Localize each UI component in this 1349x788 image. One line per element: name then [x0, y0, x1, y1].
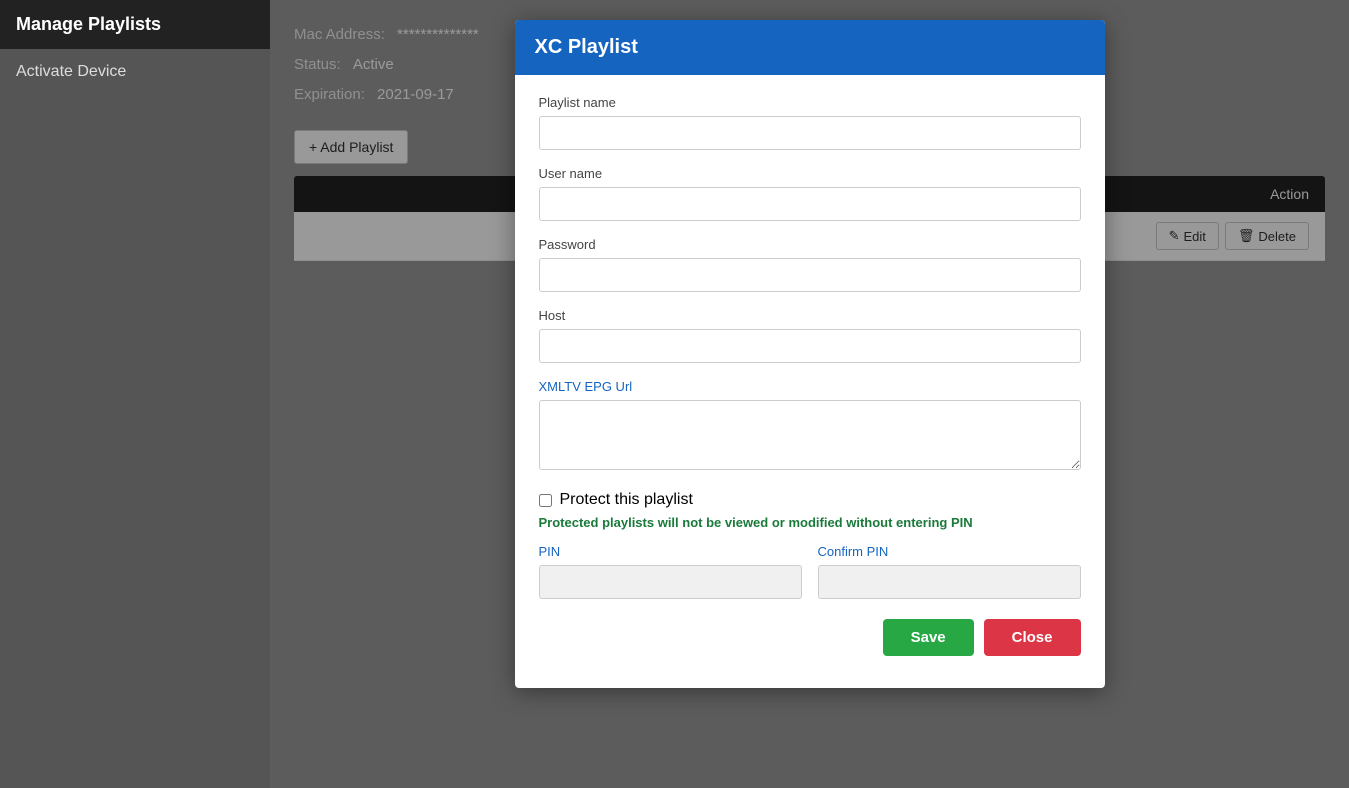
protect-checkbox-row: Protect this playlist — [539, 491, 1081, 509]
host-input[interactable] — [539, 329, 1081, 363]
sidebar: Manage Playlists Activate Device — [0, 0, 270, 788]
host-group: Host — [539, 308, 1081, 363]
modal-title: XC Playlist — [535, 36, 638, 58]
confirm-pin-label: Confirm PIN — [818, 544, 1081, 559]
modal-overlay: XC Playlist Playlist name User name Pass… — [270, 0, 1349, 788]
epg-textarea[interactable] — [539, 400, 1081, 470]
protect-info-text: Protected playlists will not be viewed o… — [539, 515, 1081, 530]
playlist-name-group: Playlist name — [539, 95, 1081, 150]
username-input[interactable] — [539, 187, 1081, 221]
username-group: User name — [539, 166, 1081, 221]
protect-checkbox[interactable] — [539, 494, 552, 507]
password-label: Password — [539, 237, 1081, 252]
username-label: User name — [539, 166, 1081, 181]
pin-row: PIN Confirm PIN — [539, 544, 1081, 599]
password-group: Password — [539, 237, 1081, 292]
playlist-name-label: Playlist name — [539, 95, 1081, 110]
password-input[interactable] — [539, 258, 1081, 292]
protect-checkbox-label[interactable]: Protect this playlist — [560, 491, 693, 509]
playlist-name-input[interactable] — [539, 116, 1081, 150]
modal-header: XC Playlist — [515, 20, 1105, 75]
main-content: Mac Address: ************** Status: Acti… — [270, 0, 1349, 788]
xc-playlist-modal: XC Playlist Playlist name User name Pass… — [515, 20, 1105, 688]
confirm-pin-input[interactable] — [818, 565, 1081, 599]
sidebar-item-manage-playlists[interactable]: Manage Playlists — [0, 0, 270, 49]
modal-footer: Save Close — [539, 619, 1081, 664]
sidebar-item-activate-device[interactable]: Activate Device — [0, 49, 270, 95]
epg-label: XMLTV EPG Url — [539, 379, 1081, 394]
pin-label: PIN — [539, 544, 802, 559]
confirm-pin-group: Confirm PIN — [818, 544, 1081, 599]
close-button[interactable]: Close — [984, 619, 1081, 656]
pin-input[interactable] — [539, 565, 802, 599]
epg-group: XMLTV EPG Url — [539, 379, 1081, 475]
pin-group: PIN — [539, 544, 802, 599]
host-label: Host — [539, 308, 1081, 323]
modal-body: Playlist name User name Password Host — [515, 75, 1105, 688]
save-button[interactable]: Save — [883, 619, 974, 656]
